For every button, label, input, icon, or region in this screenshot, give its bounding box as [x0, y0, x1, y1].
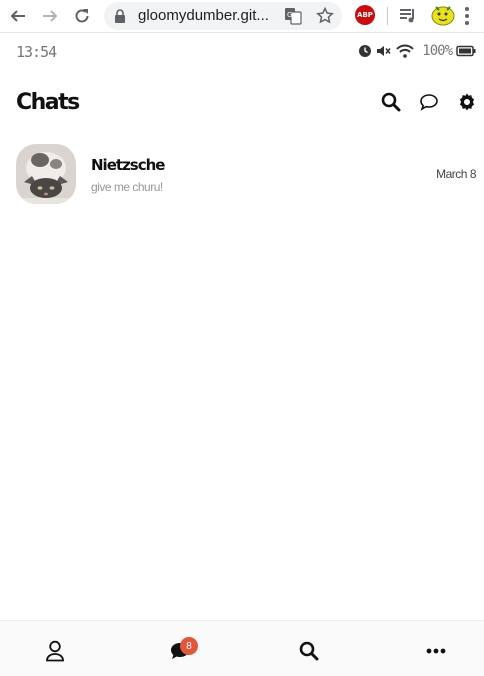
lemon-extension-icon[interactable] — [430, 3, 456, 27]
wifi-icon — [396, 44, 415, 58]
chat-bubble-icon — [420, 94, 438, 111]
search-icon — [299, 641, 319, 661]
battery-percentage: 100% — [422, 43, 453, 59]
lock-icon — [115, 9, 125, 23]
status-icons: 100% — [358, 43, 476, 59]
chat-list-item[interactable]: Nietzsche give me churu! March 8 — [0, 140, 484, 210]
status-time: 13:54 — [16, 43, 57, 61]
address-bar[interactable]: gloomydumber.git... G — [104, 2, 342, 30]
reload-icon — [75, 9, 89, 23]
url-text: gloomydumber.git... — [138, 7, 269, 24]
settings-button[interactable] — [455, 90, 479, 114]
browser-toolbar: gloomydumber.git... G ABP — [0, 0, 484, 32]
toolbar-divider — [387, 7, 388, 25]
back-arrow-icon — [10, 10, 25, 22]
forward-button[interactable] — [38, 4, 62, 28]
new-chat-button[interactable] — [417, 90, 441, 114]
gear-icon — [459, 93, 475, 111]
bookmark-star-icon[interactable] — [316, 7, 334, 25]
mute-icon — [377, 46, 391, 56]
unread-badge: 8 — [180, 637, 198, 655]
reload-button[interactable] — [70, 4, 94, 28]
user-icon — [46, 640, 64, 662]
chat-avatar — [16, 144, 76, 204]
forward-arrow-icon — [43, 10, 58, 22]
media-queue-icon[interactable] — [398, 5, 418, 25]
back-button[interactable] — [6, 4, 30, 28]
browser-menu-icon[interactable] — [464, 6, 470, 26]
svg-text:G: G — [287, 11, 292, 19]
tab-friends[interactable] — [41, 637, 69, 665]
more-dots-icon — [426, 648, 446, 654]
cat-photo — [16, 144, 76, 204]
chat-last-message: give me churu! — [91, 180, 163, 194]
chat-name: Nietzsche — [91, 156, 165, 174]
bottom-tab-bar: 8 — [0, 620, 484, 676]
status-bar: 13:54 100% — [0, 32, 484, 68]
tab-search[interactable] — [295, 637, 323, 665]
alarm-clock-icon — [359, 45, 372, 57]
search-icon — [381, 92, 401, 112]
page-title: Chats — [16, 90, 80, 115]
app-header: Chats — [0, 80, 484, 124]
chat-date: March 8 — [436, 167, 476, 181]
tab-more[interactable] — [422, 637, 450, 665]
adblock-extension-icon[interactable]: ABP — [355, 5, 375, 25]
battery-icon — [456, 45, 476, 57]
translate-icon[interactable]: G — [284, 7, 302, 25]
search-button[interactable] — [379, 90, 403, 114]
